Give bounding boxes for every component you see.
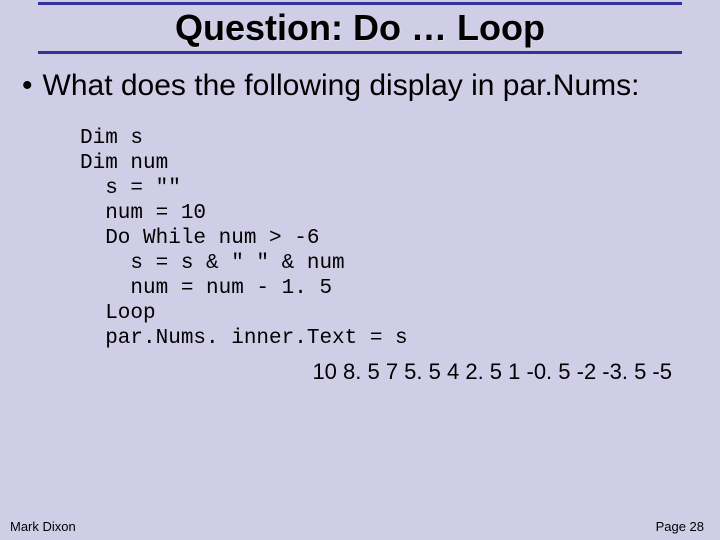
slide-title: Question: Do … Loop bbox=[0, 5, 720, 49]
footer-author: Mark Dixon bbox=[10, 519, 76, 534]
bullet-text: What does the following display in par.N… bbox=[43, 68, 640, 104]
slide: Question: Do … Loop • What does the foll… bbox=[0, 0, 720, 540]
answer-text: 10 8. 5 7 5. 5 4 2. 5 1 -0. 5 -2 -3. 5 -… bbox=[18, 351, 702, 385]
bullet-marker: • bbox=[18, 68, 43, 104]
title-block: Question: Do … Loop bbox=[0, 0, 720, 54]
bullet-row: • What does the following display in par… bbox=[18, 68, 702, 104]
footer-page: Page 28 bbox=[656, 519, 704, 534]
code-block: Dim s Dim num s = "" num = 10 Do While n… bbox=[18, 104, 702, 351]
slide-body: • What does the following display in par… bbox=[0, 54, 720, 385]
footer: Mark Dixon Page 28 bbox=[0, 519, 720, 534]
